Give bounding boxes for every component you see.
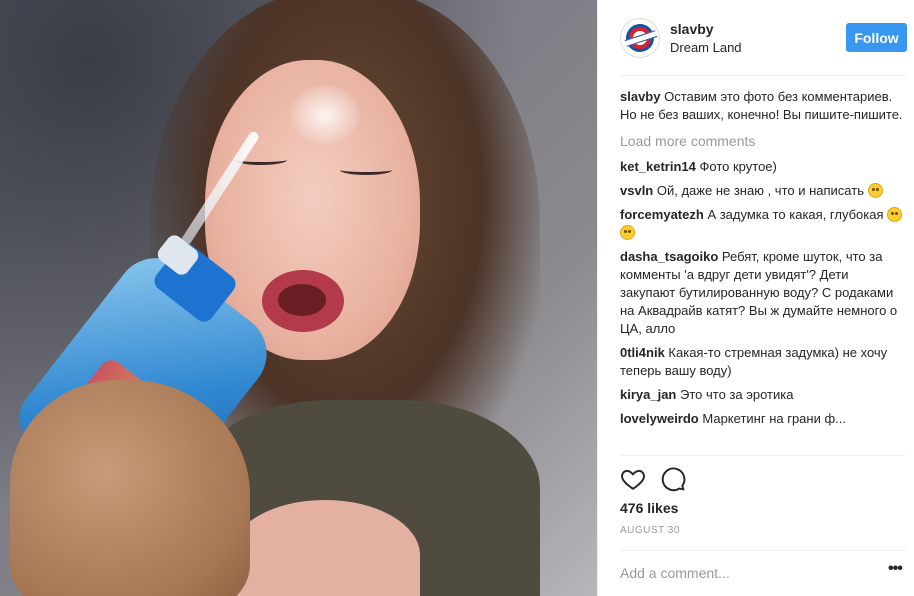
- comment-text: Маркетинг на грани ф...: [702, 411, 846, 426]
- comment-input-divider: [620, 550, 906, 551]
- caption-text: Оставим это фото без комментариев. Но не…: [620, 89, 903, 122]
- avatar[interactable]: [620, 18, 660, 58]
- photo-mouth: [262, 270, 344, 332]
- comment-item: forcemyatezh А задумка то какая, глубока…: [620, 206, 906, 242]
- comment-bubble-icon[interactable]: [660, 466, 686, 492]
- username-link[interactable]: slavby: [670, 21, 714, 37]
- comment-text: А задумка то какая, глубокая: [707, 207, 884, 222]
- header-divider: [620, 75, 906, 76]
- comment-author[interactable]: 0tli4nik: [620, 345, 665, 360]
- comment-author[interactable]: dasha_tsagoiko: [620, 249, 718, 264]
- comment-item: 0tli4nik Какая-то стремная задумка) не х…: [620, 344, 906, 380]
- comment-item: ket_ketrin14 Фото крутое): [620, 158, 906, 176]
- comment-text: Фото крутое): [699, 159, 777, 174]
- post-photo[interactable]: [0, 0, 597, 596]
- photo-hand: [10, 380, 250, 596]
- comment-author[interactable]: kirya_jan: [620, 387, 676, 402]
- emoji-icon: [887, 207, 903, 222]
- comment-container: ket_ketrin14 Фото крутое) vsvln Ой, даже …: [620, 158, 906, 428]
- likes-count[interactable]: 476 likes: [620, 500, 678, 516]
- follow-button[interactable]: Follow: [846, 23, 907, 52]
- heart-icon[interactable]: [620, 466, 646, 492]
- comments-list[interactable]: slavby Оставим это фото без комментариев…: [620, 88, 906, 454]
- emoji-icon: [620, 225, 635, 240]
- post-date[interactable]: AUGUST 30: [620, 525, 680, 536]
- add-comment-input[interactable]: [620, 561, 870, 585]
- comment-item: vsvln Ой, даже не знаю , что и написать: [620, 182, 906, 200]
- comment-item: dasha_tsagoiko Ребят, кроме шуток, что з…: [620, 248, 906, 338]
- comment-text: Это что за эротика: [680, 387, 794, 402]
- actions-divider: [620, 455, 906, 456]
- comment-item: kirya_jan Это что за эротика: [620, 386, 906, 404]
- more-options-icon[interactable]: •••: [888, 561, 908, 582]
- emoji-icon: [867, 183, 883, 198]
- comment-author[interactable]: lovelyweirdo: [620, 411, 699, 426]
- caption: slavby Оставим это фото без комментариев…: [620, 88, 906, 124]
- comment-author[interactable]: ket_ketrin14: [620, 159, 696, 174]
- comment-text: Ой, даже не знаю , что и написать: [656, 183, 864, 198]
- location-link[interactable]: Dream Land: [670, 40, 742, 55]
- comment-author[interactable]: vsvln: [620, 183, 653, 198]
- post-sidebar: slavby Dream Land Follow slavby Оставим …: [598, 0, 914, 596]
- comment-item: lovelyweirdo Маркетинг на грани ф...: [620, 410, 906, 428]
- comment-author[interactable]: forcemyatezh: [620, 207, 704, 222]
- photo-water-splash: [290, 85, 360, 145]
- load-more-comments-button[interactable]: Load more comments: [620, 132, 906, 150]
- caption-author[interactable]: slavby: [620, 89, 660, 104]
- photo-eye-right: [340, 165, 392, 175]
- post-header: slavby Dream Land Follow: [598, 0, 914, 76]
